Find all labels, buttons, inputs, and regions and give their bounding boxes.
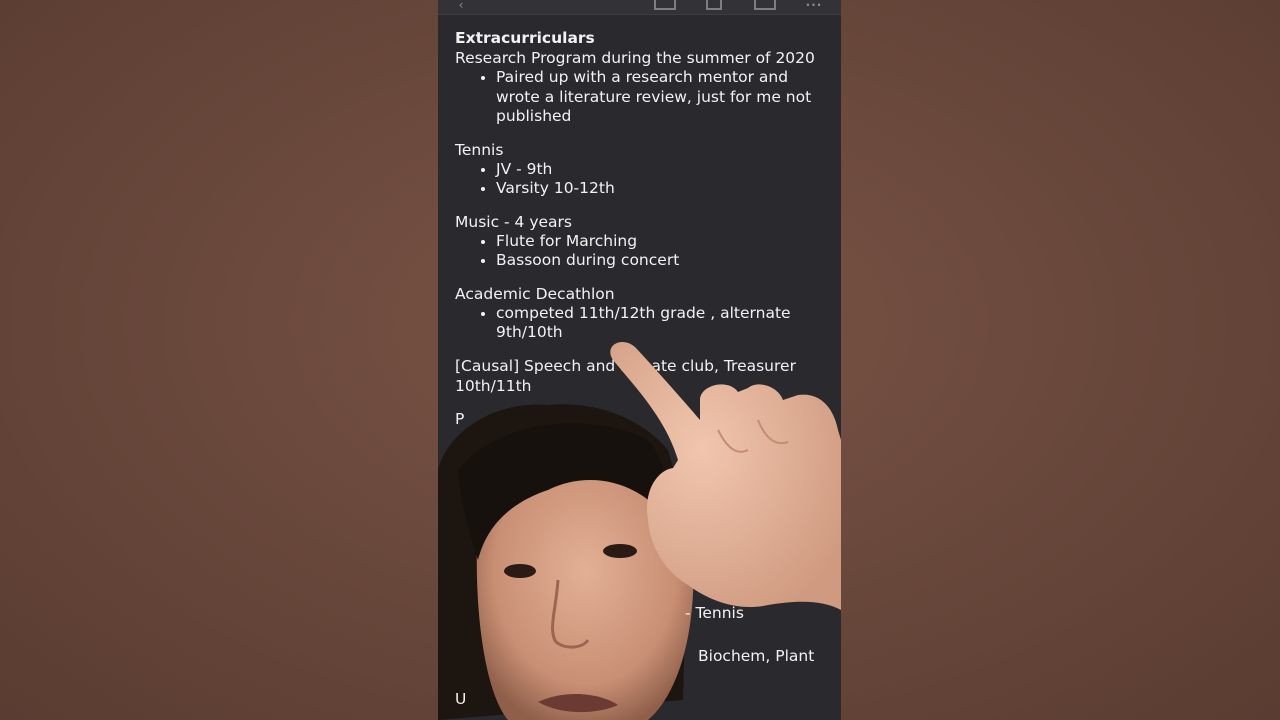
activity-title: [Causal] Speech and Debate club, Treasur… (455, 356, 796, 395)
activity-bullets: Flute for Marching Bassoon during concer… (455, 232, 830, 271)
eye-left (504, 564, 536, 578)
activity-title: Academic Decathlon (455, 284, 615, 303)
nose-shape (551, 579, 590, 649)
eye-right (603, 544, 637, 558)
partial-text: U (455, 690, 467, 708)
mail-toolbar: ‹ ··· (438, 0, 841, 15)
list-item: JV - 9th (496, 160, 830, 180)
list-item: Varsity 10-12th (496, 179, 830, 199)
mouth-shape (538, 694, 618, 713)
activity-bullets: competed 11th/12th grade , alternate 9th… (455, 304, 830, 343)
list-item: Paired up with a research mentor and wro… (496, 68, 830, 127)
face-shape (476, 448, 694, 720)
list-item: Bassoon during concert (496, 251, 830, 271)
list-item: Flute for Marching (496, 232, 830, 252)
more-icon[interactable]: ··· (804, 0, 824, 12)
activity-bullets: Paired up with a research mentor and wro… (455, 68, 830, 127)
activity-title: Music - 4 years (455, 212, 572, 231)
download-icon[interactable] (654, 0, 676, 10)
phone-screen: ‹ ··· Extracurriculars Research Program … (438, 0, 841, 720)
partial-text: Biochem, Plant (698, 647, 815, 665)
document-body: Extracurriculars Research Program during… (455, 28, 830, 429)
activity-bullets: JV - 9th Varsity 10-12th (455, 160, 830, 199)
partial-text: - Tennis (685, 604, 744, 622)
partial-text: P (455, 409, 465, 428)
hair-shape (438, 404, 688, 720)
mail-icon[interactable] (754, 0, 776, 10)
trash-icon[interactable] (706, 0, 722, 10)
back-icon[interactable]: ‹ (454, 0, 468, 12)
hair-fringe (458, 423, 669, 560)
list-item: competed 11th/12th grade , alternate 9th… (496, 304, 830, 343)
activity-title: Tennis (455, 140, 504, 159)
activity-title: Research Program during the summer of 20… (455, 49, 815, 67)
section-heading: Extracurriculars (455, 29, 595, 47)
